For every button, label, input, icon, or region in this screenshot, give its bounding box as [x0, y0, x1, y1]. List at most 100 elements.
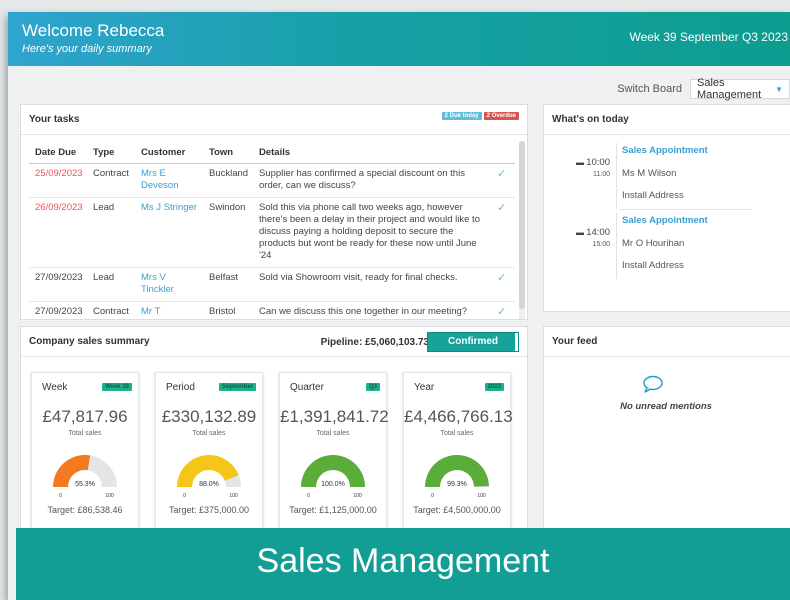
stat-total-value: £330,132.89 — [161, 407, 257, 426]
tasks-table: Date Due Type Customer Town Details 25/0… — [29, 141, 515, 319]
task-date: 27/09/2023 — [29, 267, 87, 302]
gauge-min: 0 — [183, 493, 186, 499]
appointment-address: Install Address — [622, 260, 684, 271]
stat-title: Quarter — [290, 382, 324, 393]
task-details: Supplier has confirmed a special discoun… — [253, 163, 491, 198]
table-row[interactable]: 26/09/2023 Lead Ms J Stringer Swindon So… — [29, 197, 515, 268]
check-icon[interactable]: ✓ — [491, 301, 515, 319]
overdue-badge: 2 Overdue — [483, 112, 519, 120]
column-header-town[interactable]: Town — [203, 141, 253, 164]
column-header-type[interactable]: Type — [87, 141, 135, 164]
task-town: Belfast — [203, 267, 253, 302]
progress-gauge: 55.3% 0 100 — [53, 455, 117, 499]
appointment-contact: Mr O Hourihan — [622, 238, 685, 249]
stat-target: Target: £1,125,000.00 — [289, 505, 377, 515]
task-type: Contract — [87, 301, 135, 319]
confirmed-toggle[interactable]: Confirmed — [427, 332, 519, 352]
task-customer-link[interactable]: Mrs E Deveson — [135, 163, 203, 198]
calendar-icon: ▬ — [575, 158, 587, 167]
column-header-date-due[interactable]: Date Due — [29, 141, 87, 164]
check-icon[interactable]: ✓ — [491, 267, 515, 302]
appointment-contact: Ms M Wilson — [622, 168, 677, 179]
task-town: Buckland — [203, 163, 253, 198]
tasks-card-header: Your tasks 2 Due today 2 Overdue — [21, 105, 527, 135]
chat-bubble-icon — [643, 375, 663, 393]
stat-total-label: Total sales — [68, 430, 102, 437]
sales-stat-card-period[interactable]: Period September £330,132.89 Total sales 88.… — [155, 372, 263, 549]
gauge-percent: 99.3% — [447, 481, 467, 488]
appointment-item[interactable]: ▬ 14:00 15:00 Sales Appointment Mr O Hou… — [552, 213, 778, 279]
stat-total-value: £1,391,841.72 — [280, 407, 389, 426]
feed-empty-message: No unread mentions — [620, 401, 712, 412]
sales-stat-card-year[interactable]: Year 2023 £4,466,766.13 Total sales 99.3% 0 10… — [403, 372, 513, 549]
task-type: Contract — [87, 163, 135, 198]
gauge-min: 0 — [59, 493, 62, 499]
appointment-end: 11:00 — [593, 171, 610, 178]
task-details: Can we discuss this one together in our … — [253, 301, 491, 319]
check-icon[interactable]: ✓ — [491, 163, 515, 198]
stat-target: Target: £375,000.00 — [168, 505, 250, 515]
whats-on-header: What's on today — [544, 105, 790, 135]
switch-board-value: Sales Management — [697, 77, 762, 101]
stat-total-label: Total sales — [440, 430, 474, 437]
column-header-details[interactable]: Details — [253, 141, 491, 164]
appointment-title[interactable]: Sales Appointment — [622, 145, 708, 156]
pipeline-total: Pipeline: £5,060,103.73 — [320, 337, 429, 348]
task-details: Sold this via phone call two weeks ago, … — [253, 197, 491, 268]
stat-title: Year — [414, 382, 435, 393]
calendar-icon: ▬ — [575, 228, 587, 237]
gauge-percent: 55.3% — [75, 481, 95, 488]
column-header-customer[interactable]: Customer — [135, 141, 203, 164]
stat-total-label: Total sales — [192, 430, 226, 437]
feed-title: Your feed — [552, 336, 598, 347]
tasks-card: Your tasks 2 Due today 2 Overdue Date Du… — [20, 104, 528, 320]
appointment-end: 15:00 — [592, 241, 610, 248]
stat-title: Period — [166, 382, 195, 393]
tasks-scrollbar-thumb[interactable] — [519, 141, 525, 309]
appointment-start-time: 14:00 — [586, 227, 610, 238]
table-row[interactable]: 27/09/2023 Contract Mr T Featherstone Br… — [29, 301, 515, 319]
confirmed-toggle-label: Confirmed — [448, 336, 498, 347]
gauge-percent: 100.0% — [321, 481, 345, 488]
sales-summary-title: Company sales summary — [29, 336, 150, 347]
due-today-badge: 2 Due today — [441, 112, 482, 120]
stat-badge: 2023 — [484, 383, 504, 391]
stat-total-value: £47,817.96 — [42, 407, 128, 426]
task-date: 25/09/2023 — [29, 163, 87, 198]
welcome-title: Welcome Rebecca — [22, 21, 165, 40]
whats-on-title: What's on today — [552, 114, 629, 125]
appointment-item[interactable]: ▬ 10:00 11:00 Sales Appointment Ms M Wil… — [552, 143, 778, 210]
switch-board-select[interactable]: Sales Management ▼ — [690, 77, 790, 101]
appointment-divider — [616, 213, 617, 279]
header-bar: Welcome Rebecca Here's your daily summar… — [8, 12, 790, 66]
toggle-knob — [515, 333, 518, 351]
sales-stat-card-week[interactable]: Week Week 39 £47,817.96 Total sales 55.3% 0 10… — [31, 372, 139, 549]
task-type: Lead — [87, 267, 135, 302]
sales-management-banner: Sales Management — [16, 528, 790, 600]
tasks-scrollbar[interactable] — [519, 141, 525, 319]
tasks-header-row: Date Due Type Customer Town Details — [29, 141, 515, 164]
current-period: Week 39 September Q3 2023 — [629, 30, 788, 44]
appointment-separator — [620, 209, 752, 210]
task-date: 27/09/2023 — [29, 301, 87, 319]
gauge-max: 100 — [353, 493, 362, 499]
appointment-address: Install Address — [622, 190, 684, 201]
tasks-title: Your tasks — [29, 114, 80, 125]
task-customer-link[interactable]: Mr T Featherstone — [135, 301, 203, 319]
appointment-start-time: 10:00 — [586, 157, 610, 168]
stat-badge: Q3 — [365, 383, 380, 391]
task-details: Sold via Showroom visit, ready for final… — [253, 267, 491, 302]
task-customer-link[interactable]: Mrs V Tinckler — [135, 267, 203, 302]
appointment-title[interactable]: Sales Appointment — [622, 215, 708, 226]
table-row[interactable]: 27/09/2023 Lead Mrs V Tinckler Belfast S… — [29, 267, 515, 302]
screenshot-frame: Welcome Rebecca Here's your daily summar… — [0, 0, 790, 600]
sales-stat-card-quarter[interactable]: Quarter Q3 £1,391,841.72 Total sales 100.0% 0… — [279, 372, 389, 549]
appointment-start: ▬ 10:00 — [564, 157, 610, 168]
dashboard-app: Welcome Rebecca Here's your daily summar… — [8, 12, 790, 600]
task-type: Lead — [87, 197, 135, 268]
check-icon[interactable]: ✓ — [491, 197, 515, 268]
whats-on-card: What's on today ▬ 10:00 11:00 Sales Appo… — [543, 104, 790, 312]
task-customer-link[interactable]: Ms J Stringer — [135, 197, 203, 268]
stat-total-label: Total sales — [316, 430, 350, 437]
table-row[interactable]: 25/09/2023 Contract Mrs E Deveson Buckla… — [29, 163, 515, 198]
